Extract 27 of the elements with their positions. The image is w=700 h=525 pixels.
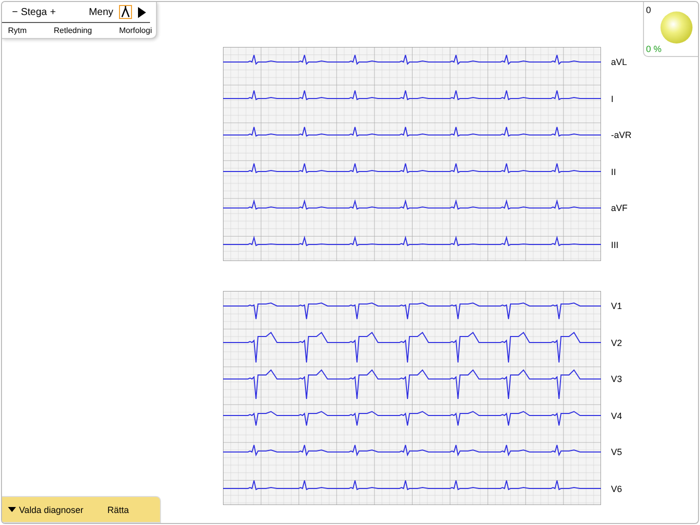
lead-label: aVL <box>611 56 628 69</box>
lead-label: V4 <box>611 410 622 422</box>
lead-label: -aVR <box>611 129 632 142</box>
lead-label: III <box>611 238 620 252</box>
play-icon[interactable] <box>138 6 146 18</box>
score-points: 0 <box>646 5 652 15</box>
caret-icon <box>8 507 16 512</box>
menu-button[interactable]: Meny <box>88 6 114 18</box>
sphere-icon <box>660 11 693 44</box>
check-button[interactable]: Rätta <box>107 504 129 514</box>
step-forward-button[interactable]: + <box>50 6 56 18</box>
view-tab[interactable]: Morfologi <box>119 26 152 35</box>
selected-diagnoses-toggle[interactable]: Valda diagnoser <box>8 504 84 514</box>
lead-label: I <box>611 92 615 106</box>
lead-label: V3 <box>611 373 622 386</box>
score-percent: 0 % <box>646 44 662 54</box>
step-label: Stega <box>20 6 47 18</box>
lead-label: aVF <box>611 202 629 215</box>
step-back-button[interactable]: − <box>12 6 18 18</box>
lead-label: II <box>611 166 618 178</box>
caliper-icon[interactable] <box>119 5 132 19</box>
lead-label: V2 <box>611 336 622 350</box>
lead-label: V5 <box>611 446 622 459</box>
lead-label: V1 <box>611 300 622 313</box>
view-tab[interactable]: Retledning <box>54 26 92 35</box>
lead-label: V6 <box>611 482 622 496</box>
view-tab[interactable]: Rytm <box>8 26 27 35</box>
